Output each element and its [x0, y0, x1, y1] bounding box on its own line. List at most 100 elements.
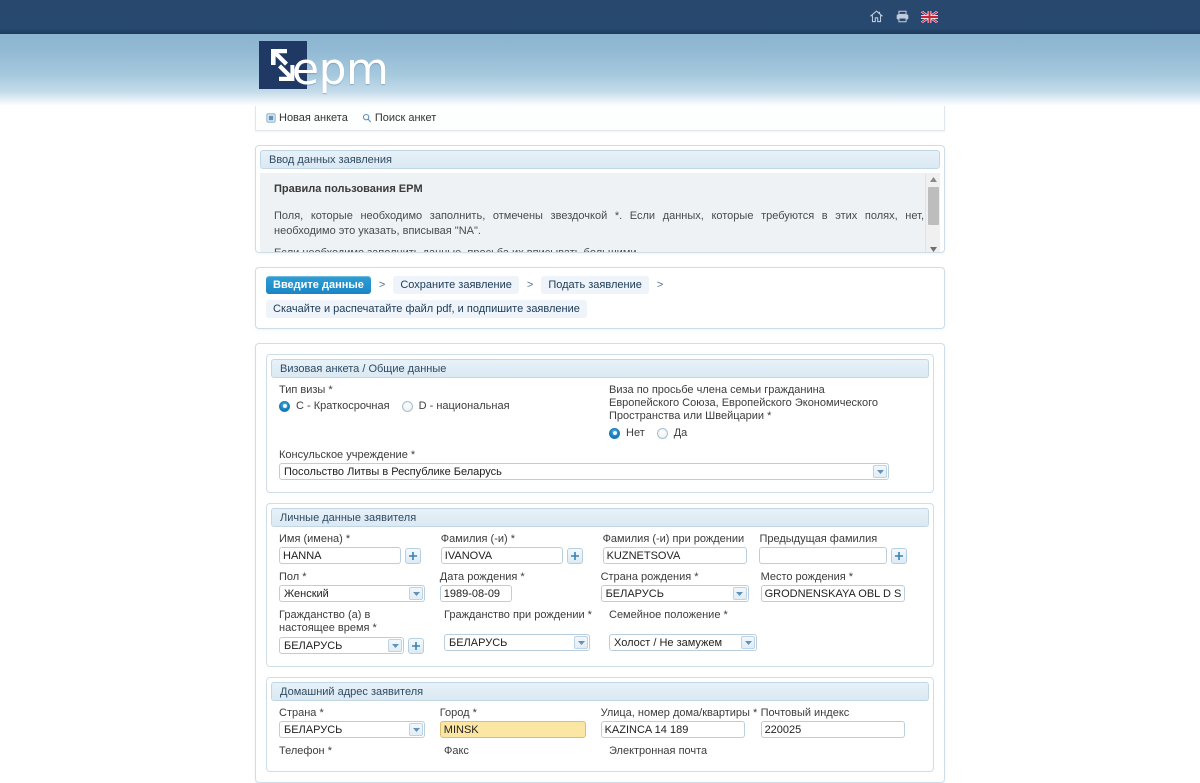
sex-value: Женский	[284, 587, 329, 600]
chevron-down-icon[interactable]	[409, 587, 423, 600]
address-row-1: Страна * БЕЛАРУСЬ Город * MINSK Улица, н…	[279, 707, 921, 738]
search-icon	[362, 113, 371, 123]
country-of-birth-select[interactable]: БЕЛАРУСЬ	[600, 585, 749, 602]
wizard-steps-row-1: Введите данные > Сохраните заявление > П…	[266, 276, 934, 294]
rules-scrollbar[interactable]	[925, 173, 940, 252]
place-of-birth-label: Место рождения *	[760, 571, 854, 583]
fax-label: Факс	[444, 745, 469, 757]
sex-label: Пол *	[279, 571, 307, 583]
rules-scroll-area: Правила пользования EPM Поля, которые не…	[260, 173, 940, 252]
uk-flag-icon[interactable]	[921, 10, 938, 23]
birth-surname-label: Фамилия (-и) при рождении	[602, 533, 745, 545]
panel-title: Ввод данных заявления	[260, 150, 940, 169]
country-of-birth-label: Страна рождения *	[600, 571, 699, 583]
current-citizenship-select[interactable]: БЕЛАРУСЬ	[279, 637, 404, 654]
place-of-birth-input[interactable]	[760, 585, 905, 602]
date-of-birth-label: Дата рождения *	[439, 571, 525, 583]
visa-type-label: Тип визы *	[279, 384, 333, 396]
address-country-select[interactable]: БЕЛАРУСЬ	[279, 721, 425, 738]
step-separator: >	[378, 279, 386, 291]
first-name-label: Имя (имена) *	[279, 533, 351, 545]
country-of-birth-value: БЕЛАРУСЬ	[605, 587, 664, 600]
radio-family-member-no[interactable]	[609, 427, 620, 439]
zip-label: Почтовый индекс	[760, 707, 850, 719]
street-input[interactable]	[600, 721, 745, 738]
add-first-name-button[interactable]	[405, 547, 421, 564]
home-icon[interactable]	[869, 9, 884, 24]
wizard-steps-panel: Введите данные > Сохраните заявление > П…	[255, 267, 945, 329]
chevron-down-icon[interactable]	[741, 636, 755, 649]
city-label: Город *	[439, 707, 477, 719]
personal-row-2: Пол * Женский Дата рождения * 1989-08-09…	[279, 571, 921, 602]
marital-status-select[interactable]: Холост / Не замужем	[609, 634, 757, 651]
consulate-value: Посольство Литвы в Республике Беларусь	[284, 465, 502, 478]
application-form-panel: Визовая анкета / Общие данные Тип визы *…	[255, 343, 945, 783]
chevron-down-icon[interactable]	[732, 587, 747, 600]
visa-type-radio-group: C - Краткосрочная D - национальная	[279, 400, 597, 412]
scrollbar-thumb[interactable]	[928, 187, 939, 225]
sex-select[interactable]: Женский	[279, 585, 425, 602]
address-country-label: Страна *	[279, 707, 324, 719]
add-previous-surname-button[interactable]	[891, 547, 908, 564]
current-citizenship-label: Гражданство (а) в настоящее время *	[279, 609, 377, 634]
marital-status-value: Холост / Не замужем	[614, 636, 723, 649]
previous-surname-input[interactable]	[759, 547, 888, 564]
rules-paragraph-clipped: Если необходимо заполнить данные, просьб…	[274, 246, 924, 252]
header-band: epm	[0, 34, 1200, 106]
section-personal-data: Личные данные заявителя Имя (имена) * HA…	[266, 503, 934, 667]
email-label: Электронная почта	[609, 745, 708, 757]
citizenship-at-birth-select[interactable]: БЕЛАРУСЬ	[444, 634, 590, 651]
zip-input[interactable]	[760, 721, 905, 738]
address-country-value: БЕЛАРУСЬ	[284, 723, 343, 736]
section-visa-general: Визовая анкета / Общие данные Тип визы *…	[266, 354, 934, 493]
section-title: Визовая анкета / Общие данные	[271, 359, 929, 378]
rules-heading: Правила пользования EPM	[274, 183, 423, 195]
chevron-down-icon[interactable]	[388, 639, 402, 652]
citizenship-at-birth-value: БЕЛАРУСЬ	[449, 636, 508, 649]
previous-surname-label: Предыдущая фамилия	[759, 533, 878, 545]
menu-item-label: Поиск анкет	[374, 112, 437, 124]
menu-item-new-form[interactable]: Новая анкета	[266, 112, 348, 124]
date-of-birth-input[interactable]	[439, 585, 512, 602]
radio-visa-type-d[interactable]	[401, 400, 413, 412]
surname-label: Фамилия (-и) *	[440, 533, 516, 545]
city-input[interactable]	[439, 721, 586, 738]
step-enter-data[interactable]: Введите данные	[266, 276, 371, 294]
brand-logo[interactable]: epm	[258, 40, 389, 95]
menu-item-search-forms[interactable]: Поиск анкет	[362, 112, 436, 124]
new-form-icon	[266, 113, 276, 123]
step-separator: >	[526, 279, 534, 291]
family-member-radio-group: Нет Да	[609, 427, 897, 439]
personal-row-3: Гражданство (а) в настоящее время * БЕЛА…	[279, 609, 921, 654]
step-save-application[interactable]: Сохраните заявление	[393, 276, 519, 294]
address-row-2: Телефон * Факс Электронная почта	[279, 745, 921, 759]
brand-name: epm	[292, 44, 389, 95]
rules-paragraph: Поля, которые необходимо заполнить, отме…	[274, 210, 924, 237]
topbar-icon-group	[869, 9, 938, 24]
section-title: Личные данные заявителя	[271, 508, 929, 527]
consulate-label: Консульское учреждение *	[279, 449, 416, 461]
add-citizenship-button[interactable]	[408, 637, 424, 654]
step-separator: >	[656, 279, 664, 291]
chevron-down-icon[interactable]	[409, 723, 423, 736]
chevron-down-icon[interactable]	[574, 636, 588, 649]
chevron-down-icon[interactable]	[873, 465, 887, 478]
menu-item-label: Новая анкета	[279, 112, 348, 124]
radio-visa-type-c[interactable]	[279, 400, 290, 412]
step-submit-application[interactable]: Подать заявление	[541, 276, 649, 294]
birth-surname-input[interactable]	[602, 547, 747, 564]
radio-family-member-yes[interactable]	[656, 427, 668, 439]
scroll-up-arrow-icon[interactable]	[926, 173, 940, 185]
first-name-input[interactable]	[279, 547, 401, 564]
section-home-address: Домашний адрес заявителя Страна * БЕЛАРУ…	[266, 677, 934, 772]
scroll-down-arrow-icon[interactable]	[926, 243, 940, 252]
wizard-steps-row-2: Скачайте и распечатайте файл pdf, и подп…	[266, 300, 934, 318]
step-download-print-pdf[interactable]: Скачайте и распечатайте файл pdf, и подп…	[266, 300, 587, 318]
print-icon[interactable]	[895, 9, 910, 24]
citizenship-at-birth-label: Гражданство при рождении *	[444, 609, 592, 621]
main-menu: Новая анкета Поиск анкет	[255, 106, 945, 131]
surname-input[interactable]	[440, 547, 563, 564]
consulate-select[interactable]: Посольство Литвы в Республике Беларусь	[279, 463, 889, 480]
top-bar	[0, 0, 1200, 34]
add-surname-button[interactable]	[566, 547, 583, 564]
